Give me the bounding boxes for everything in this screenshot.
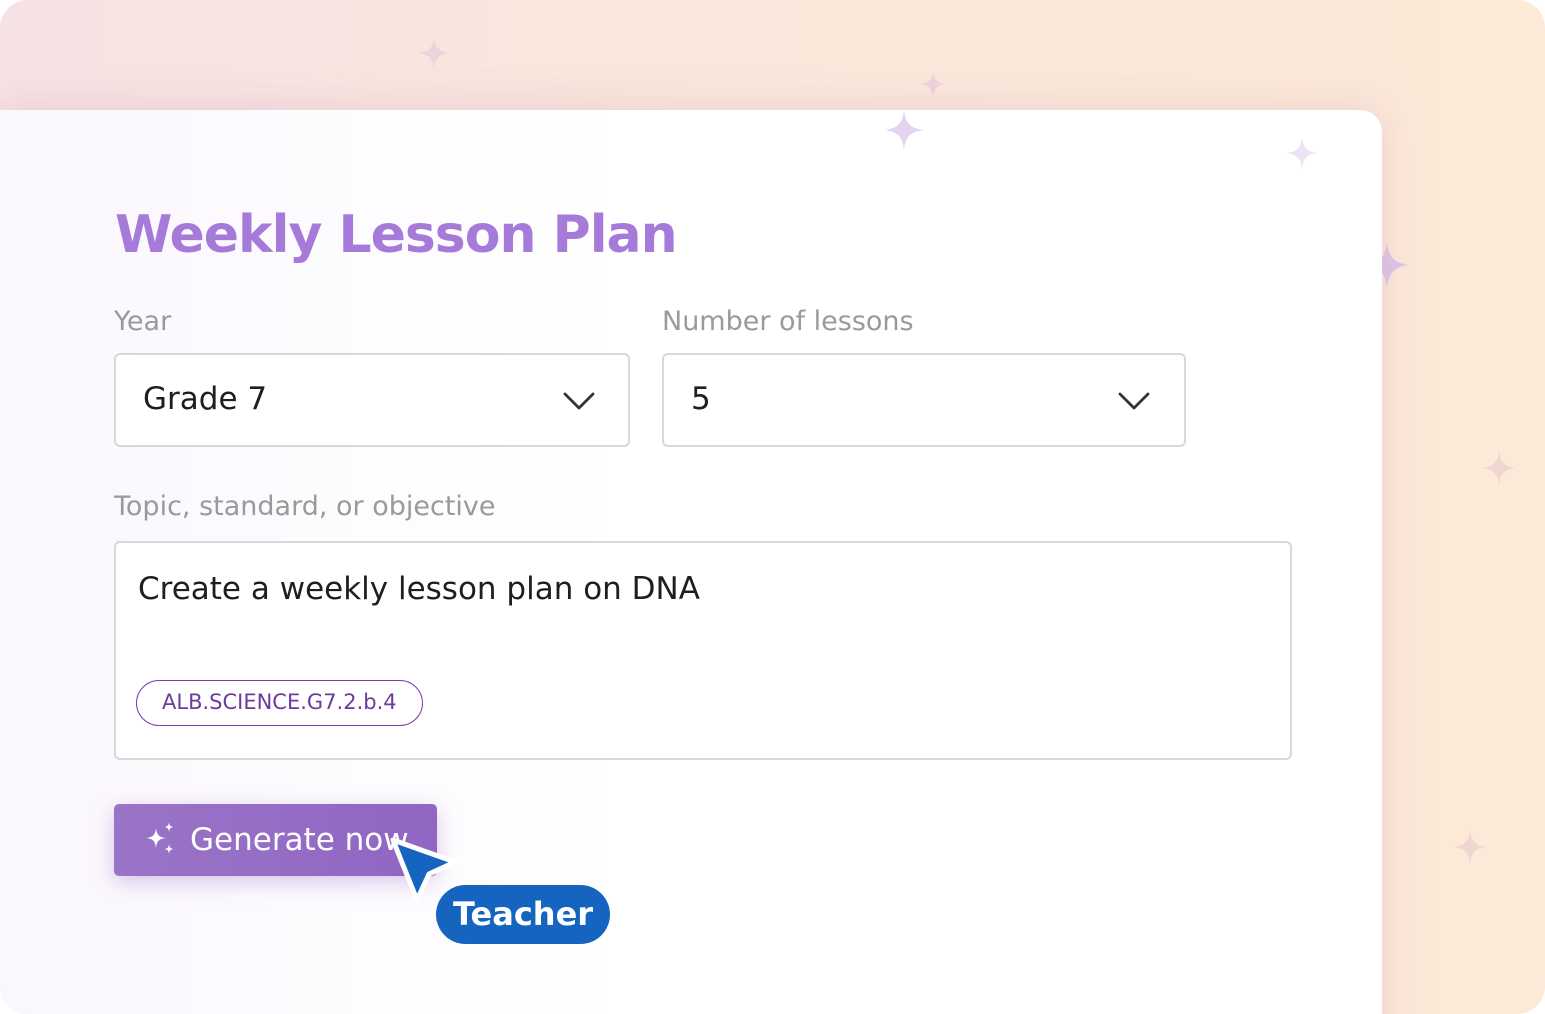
chevron-down-icon bbox=[1118, 392, 1150, 410]
year-label: Year bbox=[114, 306, 172, 337]
sparkles-icon bbox=[146, 822, 174, 854]
lessons-select[interactable]: 5 bbox=[662, 353, 1186, 447]
sparkle-icon bbox=[1482, 451, 1516, 485]
sparkle-icon bbox=[884, 110, 924, 150]
lessons-select-value: 5 bbox=[691, 381, 711, 417]
generate-now-label: Generate now bbox=[190, 822, 409, 858]
year-select[interactable]: Grade 7 bbox=[114, 353, 630, 447]
sparkle-icon bbox=[1453, 830, 1487, 864]
sparkle-icon bbox=[418, 37, 450, 69]
chevron-down-icon bbox=[563, 392, 595, 410]
topic-label: Topic, standard, or objective bbox=[114, 491, 496, 522]
sparkle-icon bbox=[1286, 137, 1318, 169]
topic-text: Create a weekly lesson plan on DNA bbox=[138, 571, 700, 607]
sparkle-icon bbox=[920, 71, 946, 97]
year-select-value: Grade 7 bbox=[143, 381, 268, 417]
topic-textarea[interactable]: Create a weekly lesson plan on DNA ALB.S… bbox=[114, 541, 1292, 760]
cursor-user-label: Teacher bbox=[436, 885, 610, 944]
lessons-label: Number of lessons bbox=[662, 306, 914, 337]
app-frame: Weekly Lesson Plan Year Grade 7 Number o… bbox=[0, 0, 1545, 1014]
page-title: Weekly Lesson Plan bbox=[115, 205, 678, 265]
standard-chip[interactable]: ALB.SCIENCE.G7.2.b.4 bbox=[136, 680, 423, 726]
